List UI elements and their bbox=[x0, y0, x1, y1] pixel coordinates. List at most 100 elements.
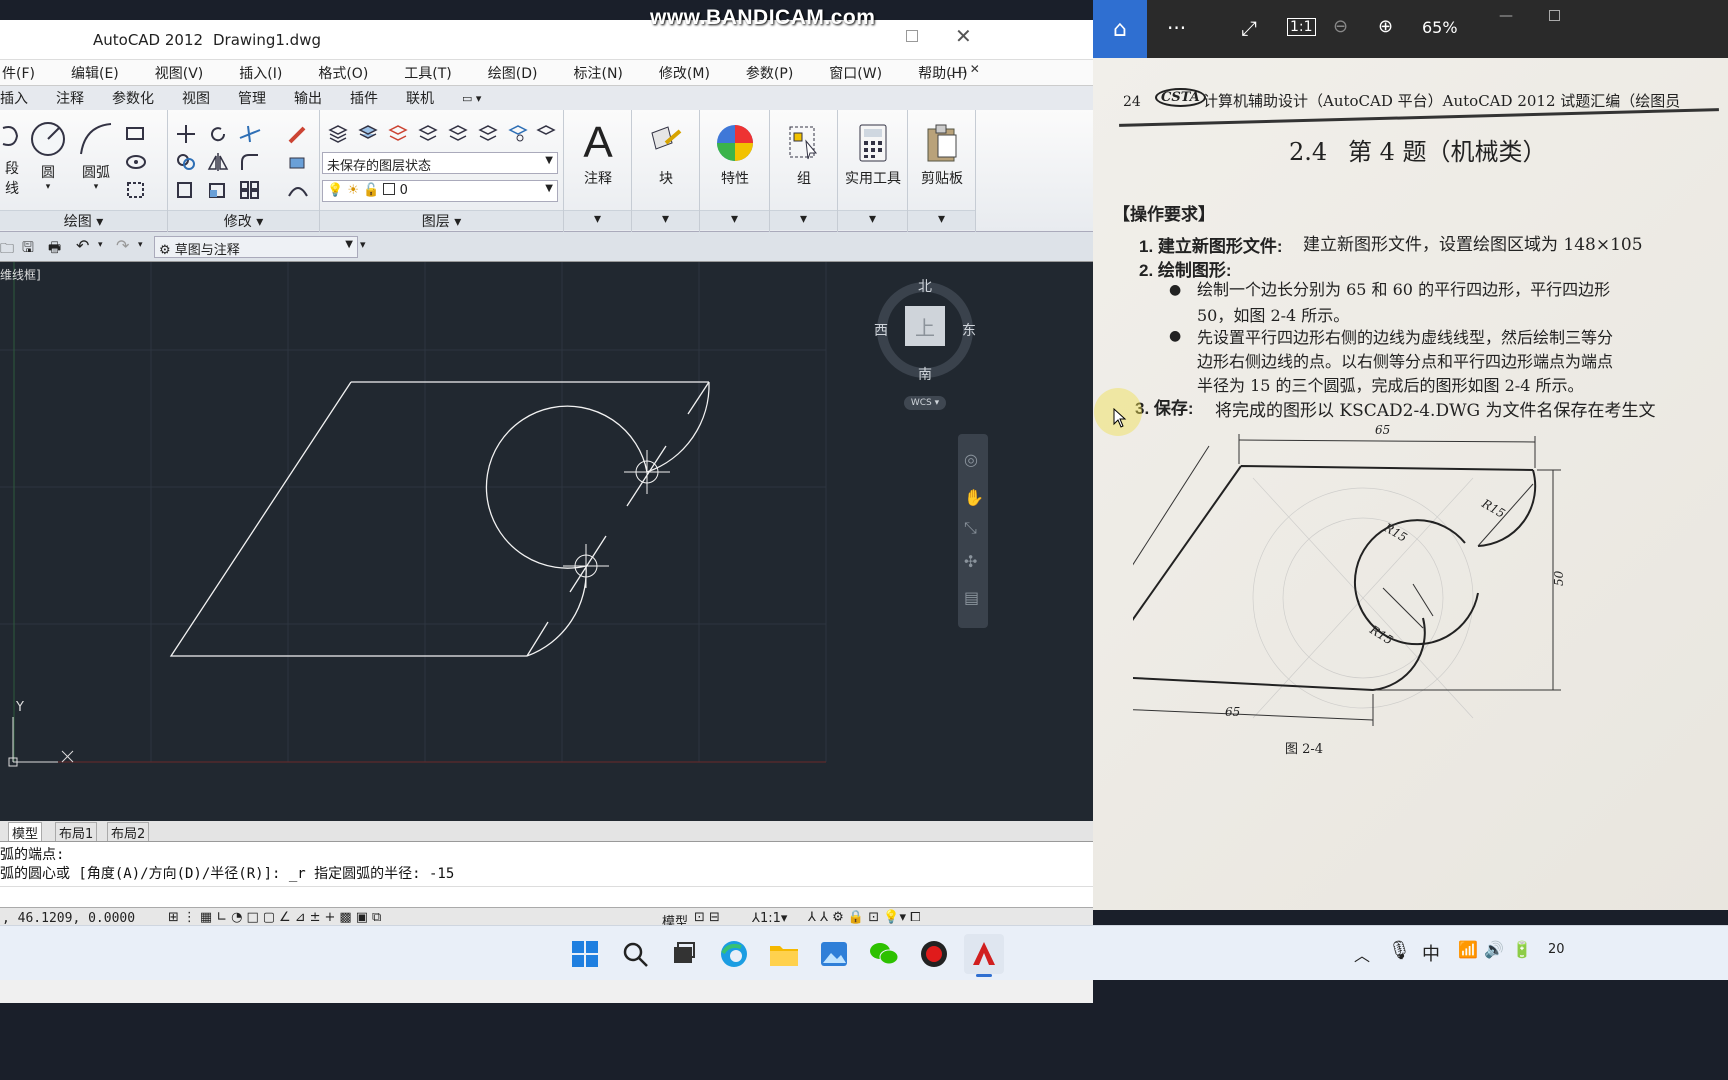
quick-view-icons[interactable]: ⊡ ⊟ bbox=[694, 910, 720, 925]
redo-icon[interactable]: ↷ bbox=[116, 236, 129, 255]
arc-button[interactable]: 圆弧 ▾ bbox=[76, 120, 116, 192]
layer-tool-2[interactable] bbox=[354, 122, 382, 146]
battery-icon[interactable]: 🔋 bbox=[1512, 940, 1532, 959]
home-button[interactable]: ⌂ bbox=[1093, 0, 1147, 58]
draw-panel-title[interactable]: 绘图 ▾ bbox=[0, 210, 167, 230]
wcs-menu[interactable]: WCS ▾ bbox=[904, 396, 946, 410]
ortho-icon[interactable]: ∟ bbox=[216, 910, 227, 925]
clipboard-expand[interactable]: ▾ bbox=[908, 210, 975, 230]
move-tool[interactable] bbox=[172, 122, 200, 146]
layers-panel-title[interactable]: 图层 ▾ bbox=[320, 210, 563, 230]
tab-layout1[interactable]: 布局1 bbox=[55, 822, 98, 843]
utilities-button[interactable]: 实用工具 bbox=[841, 118, 905, 188]
start-button[interactable] bbox=[565, 934, 605, 974]
clipboard-button[interactable]: 剪贴板 bbox=[910, 118, 974, 188]
orbit-icon[interactable]: ✣ bbox=[964, 552, 977, 571]
search-button[interactable] bbox=[615, 934, 655, 974]
block-expand[interactable]: ▾ bbox=[632, 210, 699, 230]
tab-view[interactable]: 视图 bbox=[182, 88, 210, 108]
viewcube-north[interactable]: 北 bbox=[918, 276, 932, 296]
qat-customize-icon[interactable]: ▾ bbox=[360, 238, 366, 251]
ribbon-toggle-icon[interactable]: ▭ ▾ bbox=[462, 92, 481, 105]
viewcube-top-face[interactable]: 上 bbox=[905, 306, 945, 346]
transparency-icon[interactable]: ▩ bbox=[339, 910, 351, 925]
close-icon[interactable]: ✕ bbox=[955, 24, 972, 48]
actual-size-icon[interactable]: 1:1 bbox=[1287, 18, 1316, 36]
infer-constraints-icon[interactable]: ⊞ bbox=[168, 910, 179, 925]
layer-tool-5[interactable] bbox=[444, 122, 472, 146]
offset-tool[interactable] bbox=[284, 178, 312, 202]
rectangle-tool[interactable] bbox=[122, 122, 150, 146]
fillet-tool[interactable] bbox=[236, 150, 264, 174]
maximize-icon[interactable] bbox=[906, 30, 918, 42]
menu-file[interactable]: 件(F) bbox=[2, 63, 48, 83]
menu-edit[interactable]: 编辑(E) bbox=[71, 63, 132, 83]
command-window[interactable]: 弧的端点: 弧的圆心或 [角度(A)/方向(D)/半径(R)]: _r 指定圆弧… bbox=[0, 841, 1093, 907]
tab-annotate[interactable]: 注释 bbox=[56, 88, 84, 108]
layer-tool-4[interactable] bbox=[414, 122, 442, 146]
tray-overflow-icon[interactable]: ︿ bbox=[1354, 942, 1370, 966]
otrack-icon[interactable]: ∠ bbox=[279, 910, 291, 925]
utilities-expand[interactable]: ▾ bbox=[838, 210, 907, 230]
maximize-icon-viewer[interactable] bbox=[1549, 10, 1560, 21]
osnap-icon[interactable]: □ bbox=[246, 910, 258, 925]
zoom-extents-icon[interactable]: ⤡ bbox=[964, 518, 977, 538]
annotation-expand[interactable]: ▾ bbox=[564, 210, 631, 230]
redo-dropdown-icon[interactable]: ▾ bbox=[138, 240, 143, 250]
undo-dropdown-icon[interactable]: ▾ bbox=[98, 240, 103, 250]
workspace-dropdown[interactable]: ⚙ 草图与注释 ▼ bbox=[154, 236, 358, 258]
trim-tool[interactable] bbox=[236, 122, 264, 146]
lineweight-icon[interactable]: + bbox=[325, 910, 336, 925]
modify-panel-title[interactable]: 修改 ▾ bbox=[168, 210, 319, 230]
autocad-button[interactable] bbox=[964, 934, 1004, 974]
ime-indicator[interactable]: 中 bbox=[1422, 940, 1440, 966]
layer-properties-tool[interactable] bbox=[324, 122, 352, 146]
annotation-scale[interactable]: ⅄1:1▾ bbox=[752, 911, 787, 926]
file-explorer-button[interactable] bbox=[764, 934, 804, 974]
drawing-canvas[interactable]: Y 维线框] 上 北 南 西 东 WCS ▾ ◎ ✋ ⤡ ✣ ▤ bbox=[0, 262, 1093, 821]
mdi-controls-icon[interactable]: _ ▫ ✕ bbox=[948, 62, 993, 76]
command-input[interactable] bbox=[0, 886, 1093, 906]
rotate-tool[interactable] bbox=[204, 122, 232, 146]
edge-button[interactable] bbox=[714, 934, 754, 974]
block-button[interactable]: 块 bbox=[634, 118, 698, 188]
ducs-icon[interactable]: ⊿ bbox=[295, 910, 306, 925]
viewcube-east[interactable]: 东 bbox=[962, 320, 976, 340]
tab-parametric[interactable]: 参数化 bbox=[112, 88, 154, 108]
zoom-out-icon[interactable]: ⊖ bbox=[1333, 16, 1348, 37]
print-icon[interactable]: 🖶 bbox=[48, 237, 61, 261]
menu-parametric[interactable]: 参数(P) bbox=[746, 63, 806, 83]
tab-plugins[interactable]: 插件 bbox=[350, 88, 378, 108]
layer-tool-8[interactable] bbox=[532, 122, 560, 146]
menu-window[interactable]: 窗口(W) bbox=[829, 63, 895, 83]
stretch-tool[interactable] bbox=[172, 178, 200, 202]
menu-modify[interactable]: 修改(M) bbox=[659, 63, 723, 83]
open-icon[interactable]: 🗀 bbox=[0, 238, 14, 262]
polar-icon[interactable]: ◔ bbox=[231, 910, 242, 925]
tab-layout2[interactable]: 布局2 bbox=[107, 822, 150, 843]
more-icon[interactable]: ··· bbox=[1167, 16, 1186, 40]
clock[interactable]: 20 bbox=[1548, 942, 1565, 957]
selection-cycling-icon[interactable]: ⧉ bbox=[372, 910, 381, 925]
menu-tools[interactable]: 工具(T) bbox=[404, 63, 464, 83]
zoom-level[interactable]: 65% bbox=[1422, 18, 1458, 37]
viewcube-south[interactable]: 南 bbox=[918, 364, 932, 384]
layer-tool-3[interactable] bbox=[384, 122, 412, 146]
properties-expand[interactable]: ▾ bbox=[700, 210, 769, 230]
task-view-button[interactable] bbox=[664, 934, 704, 974]
erase-tool[interactable] bbox=[284, 122, 312, 146]
group-expand[interactable]: ▾ bbox=[770, 210, 837, 230]
menu-dimension[interactable]: 标注(N) bbox=[574, 63, 636, 83]
menu-view[interactable]: 视图(V) bbox=[155, 63, 217, 83]
pan-icon[interactable]: ✋ bbox=[964, 488, 984, 507]
dyn-icon[interactable]: ± bbox=[310, 910, 321, 925]
scale-tool[interactable] bbox=[204, 178, 232, 202]
menu-insert[interactable]: 插入(I) bbox=[239, 63, 295, 83]
tab-online[interactable]: 联机 bbox=[406, 88, 434, 108]
layer-dropdown[interactable]: 💡 ☀ 🔓 0 ▼ bbox=[322, 180, 558, 202]
menu-draw[interactable]: 绘图(D) bbox=[488, 63, 551, 83]
layer-tool-7[interactable] bbox=[504, 122, 532, 146]
zoom-in-icon[interactable]: ⊕ bbox=[1378, 16, 1393, 37]
save-icon[interactable]: 🖫 bbox=[22, 237, 34, 261]
properties-button[interactable]: 特性 bbox=[703, 118, 767, 188]
